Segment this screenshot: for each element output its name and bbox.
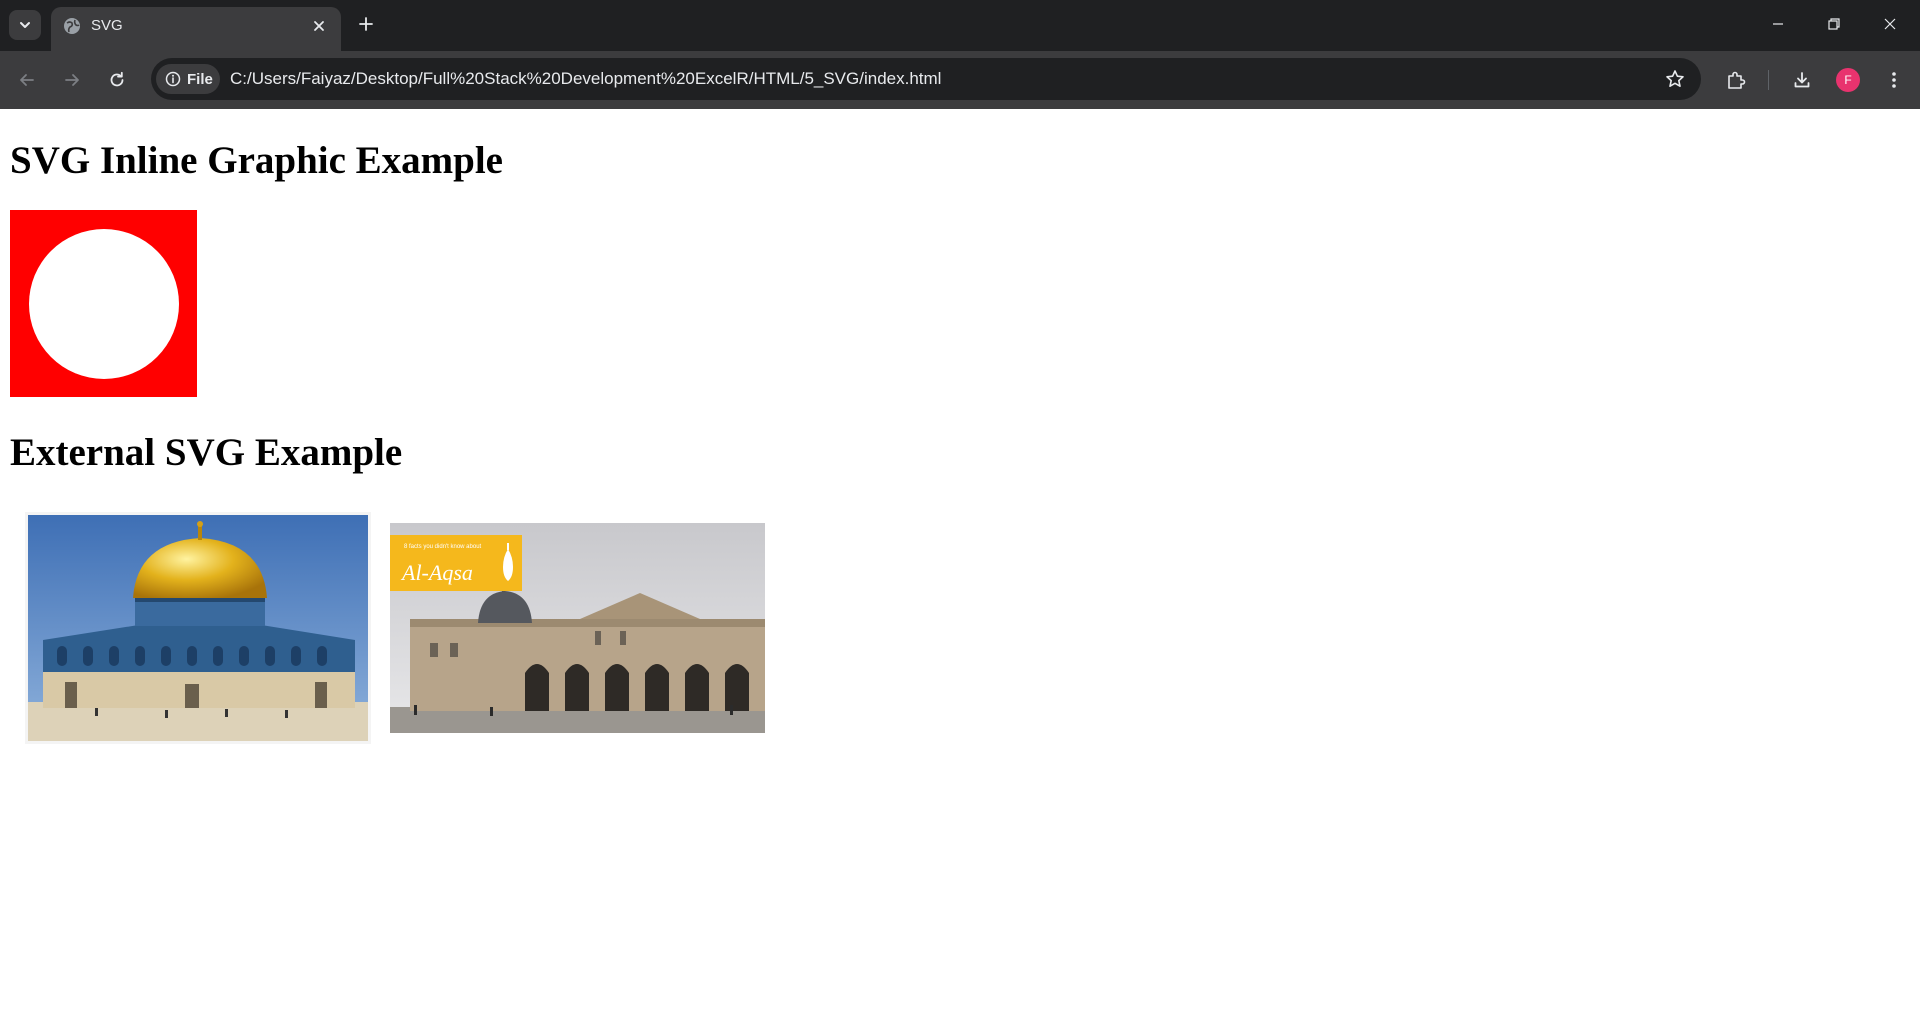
chevron-down-icon (20, 22, 30, 28)
restore-icon (1828, 18, 1840, 30)
download-icon (1794, 72, 1810, 88)
bookmark-button[interactable] (1663, 67, 1687, 91)
page-content: SVG Inline Graphic Example External SVG … (0, 109, 1920, 1030)
banner-small-text: 8 facts you didn't know about (404, 544, 482, 550)
plus-icon (359, 17, 373, 31)
address-bar[interactable]: File C:/Users/Faiyaz/Desktop/Full%20Stac… (151, 58, 1701, 100)
reload-button[interactable] (103, 66, 131, 94)
puzzle-icon (1728, 71, 1746, 89)
extensions-button[interactable] (1722, 66, 1750, 94)
url-text[interactable]: C:/Users/Faiyaz/Desktop/Full%20Stack%20D… (230, 69, 941, 89)
info-icon (165, 71, 181, 87)
tab-title: SVG (91, 17, 123, 34)
profile-avatar[interactable]: F (1836, 68, 1860, 92)
banner-title-text: Al-Aqsa (400, 560, 473, 585)
toolbar-divider (1768, 70, 1769, 90)
white-circle (29, 229, 179, 379)
close-icon (314, 21, 324, 31)
arrow-left-icon (20, 74, 34, 86)
new-tab-button[interactable] (354, 12, 378, 36)
inline-svg-heading: SVG Inline Graphic Example (10, 139, 503, 182)
reload-icon (110, 71, 124, 87)
security-chip-label: File (187, 70, 213, 88)
restore-button[interactable] (1806, 0, 1862, 48)
browser-tab[interactable]: SVG (51, 7, 341, 51)
inline-svg-graphic (10, 210, 197, 397)
tab-search-button[interactable] (9, 10, 41, 40)
menu-button[interactable] (1880, 66, 1908, 94)
more-vertical-icon (1892, 72, 1896, 88)
forward-button[interactable] (58, 66, 86, 94)
tab-strip: SVG (0, 0, 1920, 51)
close-icon (1884, 18, 1896, 30)
tab-close-button[interactable] (309, 16, 329, 36)
globe-icon (64, 18, 80, 34)
close-window-button[interactable] (1862, 0, 1918, 48)
site-info-chip[interactable]: File (156, 64, 220, 94)
al-aqsa-mosque-image: 8 facts you didn't know about Al-Aqsa (390, 523, 765, 733)
back-button[interactable] (13, 66, 41, 94)
external-svg-heading: External SVG Example (10, 431, 403, 474)
dome-of-the-rock-image (25, 512, 371, 744)
minimize-button[interactable] (1750, 0, 1806, 48)
star-icon (1666, 70, 1684, 87)
browser-toolbar: File C:/Users/Faiyaz/Desktop/Full%20Stac… (0, 51, 1920, 109)
downloads-button[interactable] (1788, 66, 1816, 94)
minimize-icon (1773, 23, 1783, 25)
arrow-right-icon (65, 74, 79, 86)
